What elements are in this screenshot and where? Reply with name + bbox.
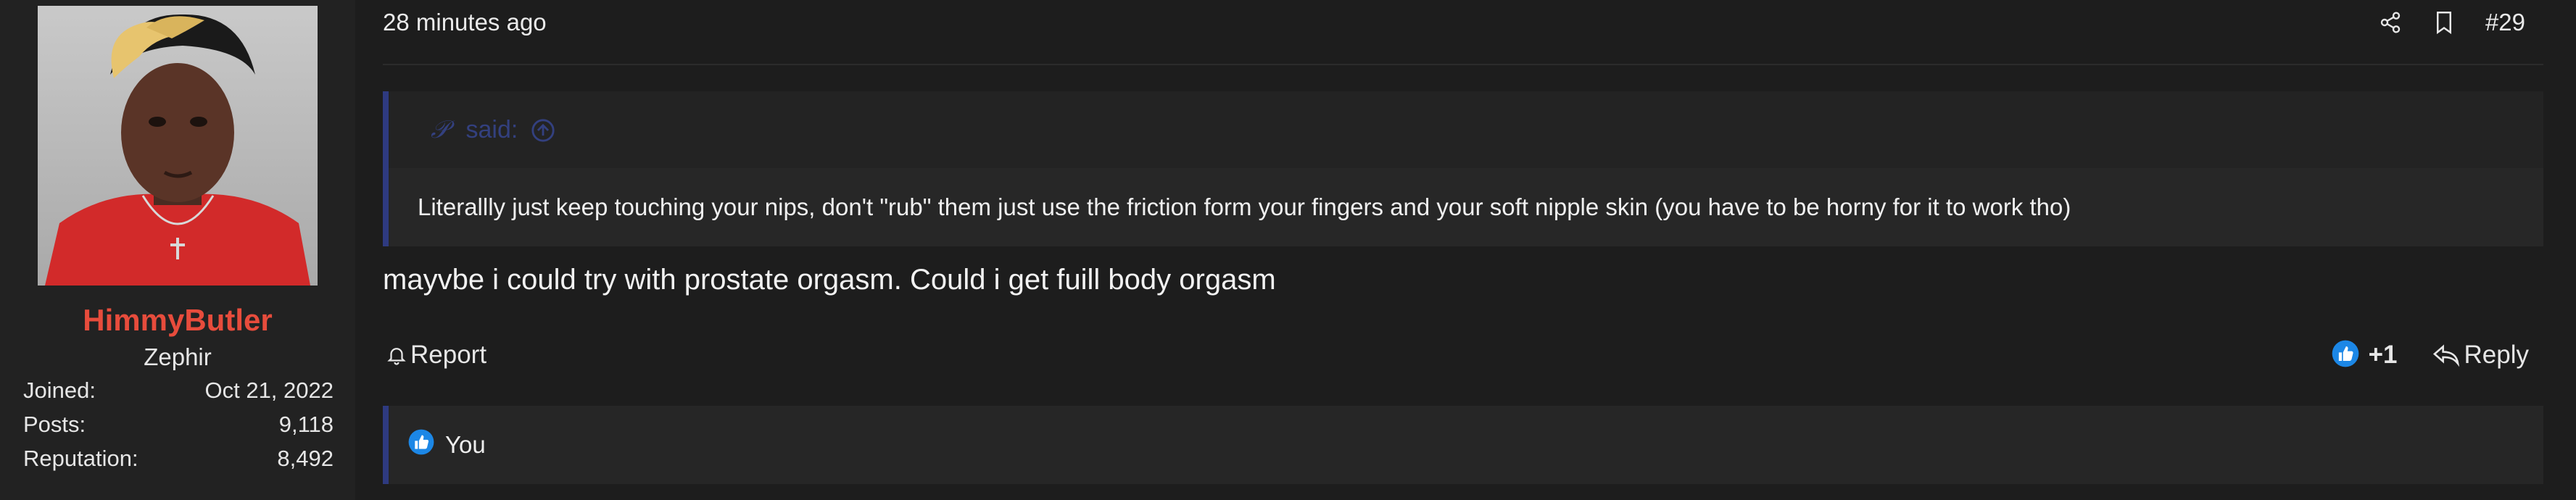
stat-value: 8,492 (277, 446, 334, 471)
quote-author[interactable]: 𝒫 (431, 115, 449, 144)
post-number[interactable]: #29 (2485, 9, 2525, 36)
stat-posts: Posts: 9,118 (23, 409, 334, 441)
reply-label: Reply (2464, 341, 2529, 369)
post-body: mayvbe i could try with prostate orgasm.… (383, 264, 1276, 296)
quote-text: Literallly just keep touching your nips,… (418, 193, 2071, 220)
post-timestamp[interactable]: 28 minutes ago (383, 9, 547, 36)
avatar[interactable] (38, 6, 318, 286)
share-icon[interactable] (2378, 10, 2403, 35)
bell-icon (387, 348, 406, 365)
stat-value: Oct 21, 2022 (204, 378, 334, 403)
quote-header[interactable]: 𝒫 said: (389, 91, 2543, 168)
thumbs-up-icon (407, 428, 435, 462)
quote-said-label: said: (465, 115, 518, 143)
stat-value: 9,118 (278, 412, 334, 437)
stat-joined: Joined: Oct 21, 2022 (23, 375, 334, 407)
reply-button[interactable]: Reply (2432, 341, 2529, 370)
stat-label: Posts: (23, 412, 86, 437)
reactions-bar[interactable]: You (383, 406, 2543, 484)
report-label: Report (410, 341, 487, 369)
thumbs-up-icon[interactable] (2331, 339, 2360, 372)
bookmark-icon[interactable] (2432, 10, 2456, 35)
stat-label: Joined: (23, 378, 96, 403)
report-button[interactable]: Report (386, 341, 486, 370)
like-count[interactable]: +1 (2369, 341, 2398, 370)
post-main: 28 minutes ago #29 𝒫 said: Literallly ju… (355, 0, 2576, 500)
sidebar-pointer (335, 36, 355, 77)
reactions-users[interactable]: You (445, 431, 486, 459)
user-sidebar: HimmyButler Zephir Joined: Oct 21, 2022 … (0, 0, 355, 500)
quote-block: 𝒫 said: Literallly just keep touching yo… (383, 91, 2543, 246)
post-footer-actions: +1 Reply (2331, 335, 2529, 375)
username[interactable]: HimmyButler (0, 303, 355, 338)
reply-icon (2432, 344, 2459, 367)
arrow-up-circle-icon[interactable] (531, 118, 555, 142)
post-header-actions: #29 (2349, 4, 2525, 41)
divider (383, 64, 2543, 65)
user-title: Zephir (144, 343, 212, 370)
stat-label: Reputation: (23, 446, 138, 471)
stat-reputation: Reputation: 8,492 (23, 443, 334, 475)
